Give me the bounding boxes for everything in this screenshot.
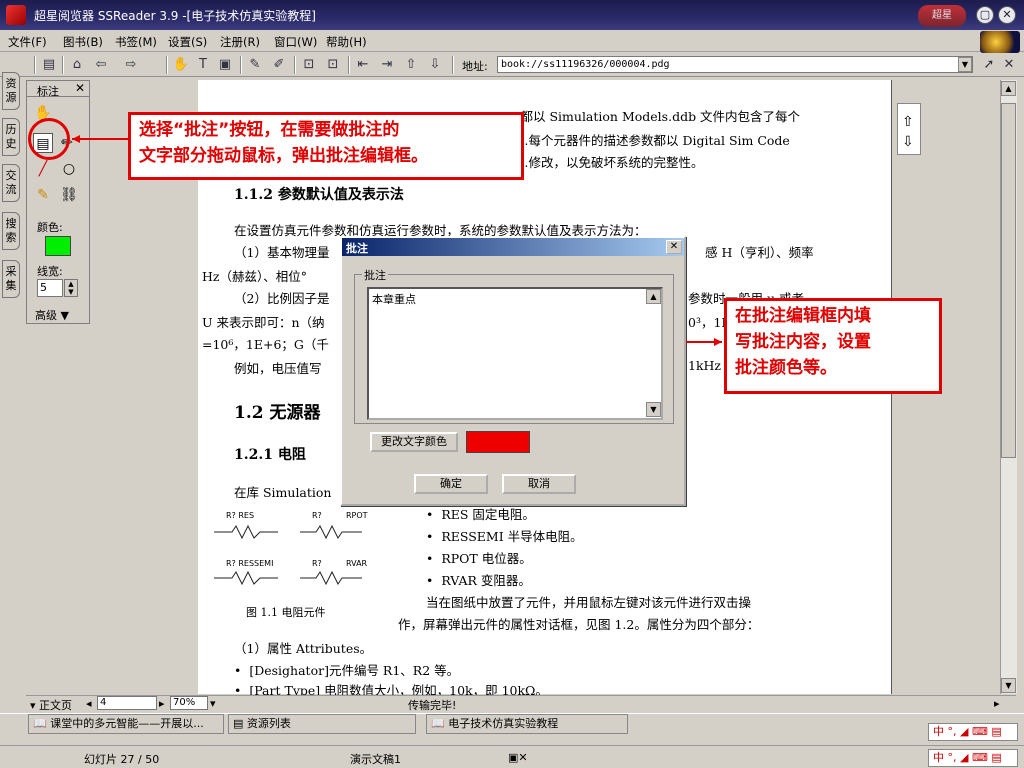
callout-left: 选择“批注”按钮，在需要做批注的 文字部分拖动鼠标，弹出批注编辑框。 [128,112,524,180]
callout-right: 在批注编辑框内填 写批注内容，设置 批注颜色等。 [724,298,942,394]
